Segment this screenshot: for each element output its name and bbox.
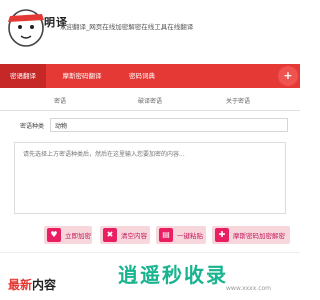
cipher-type-row: 密语种类 动物 <box>0 118 300 132</box>
cipher-type-label: 密语种类 <box>20 123 45 130</box>
tab-cipher[interactable]: 密语 <box>54 96 66 105</box>
section-divider <box>0 252 300 253</box>
trash-icon: ✖ <box>103 228 117 242</box>
clear-button-label: 清空内容 <box>121 232 147 240</box>
site-header: 明译 欢迎翻译_网页在线加密解密在线工具在线翻译 <box>0 0 300 62</box>
nav-item-morse-translate[interactable]: 摩斯密码翻译 <box>52 64 112 88</box>
encrypt-button[interactable]: ♥ 立即加密 <box>44 226 92 244</box>
paste-button-label: 一键粘贴 <box>177 232 203 240</box>
plaintext-input[interactable] <box>14 142 286 214</box>
encrypt-button-label: 立即加密 <box>65 232 91 240</box>
latest-heading-highlight: 最新 <box>8 278 33 292</box>
heart-icon: ♥ <box>47 228 61 242</box>
tab-about[interactable]: 关于密语 <box>226 96 250 105</box>
main-nav: 密语翻译 摩斯密码翻译 密码词典 + <box>0 64 300 88</box>
site-tagline: 欢迎翻译_网页在线加密解密在线工具在线翻译 <box>60 23 194 31</box>
menu-toggle-button[interactable]: + <box>278 66 298 86</box>
paste-icon: ▤ <box>159 228 173 242</box>
tab-bar: 密语 破译密语 关于密语 <box>0 96 300 110</box>
tab-decipher[interactable]: 破译密语 <box>138 96 162 105</box>
latest-heading-rest: 内容 <box>32 278 57 292</box>
nav-item-cipher-translate[interactable]: 密语翻译 <box>0 64 46 88</box>
tools-icon: ✚ <box>215 228 229 242</box>
clear-button[interactable]: ✖ 清空内容 <box>100 226 150 244</box>
cipher-type-value: 动物 <box>55 123 68 130</box>
morse-tool-button-label: 摩斯密码加密解密 <box>233 232 285 240</box>
nav-item-cipher-dictionary[interactable]: 密码词典 <box>116 64 168 88</box>
watermark-subtext: www.xxxx.com <box>226 285 272 292</box>
morse-tool-button[interactable]: ✚ 摩斯密码加密解密 <box>212 226 290 244</box>
latest-content-heading: 最新内容 <box>8 276 56 293</box>
watermark-text: 逍遥秒收录 <box>118 263 228 287</box>
tab-divider <box>0 110 300 111</box>
paste-button[interactable]: ▤ 一键粘贴 <box>156 226 206 244</box>
cipher-type-select[interactable]: 动物 <box>50 118 288 132</box>
